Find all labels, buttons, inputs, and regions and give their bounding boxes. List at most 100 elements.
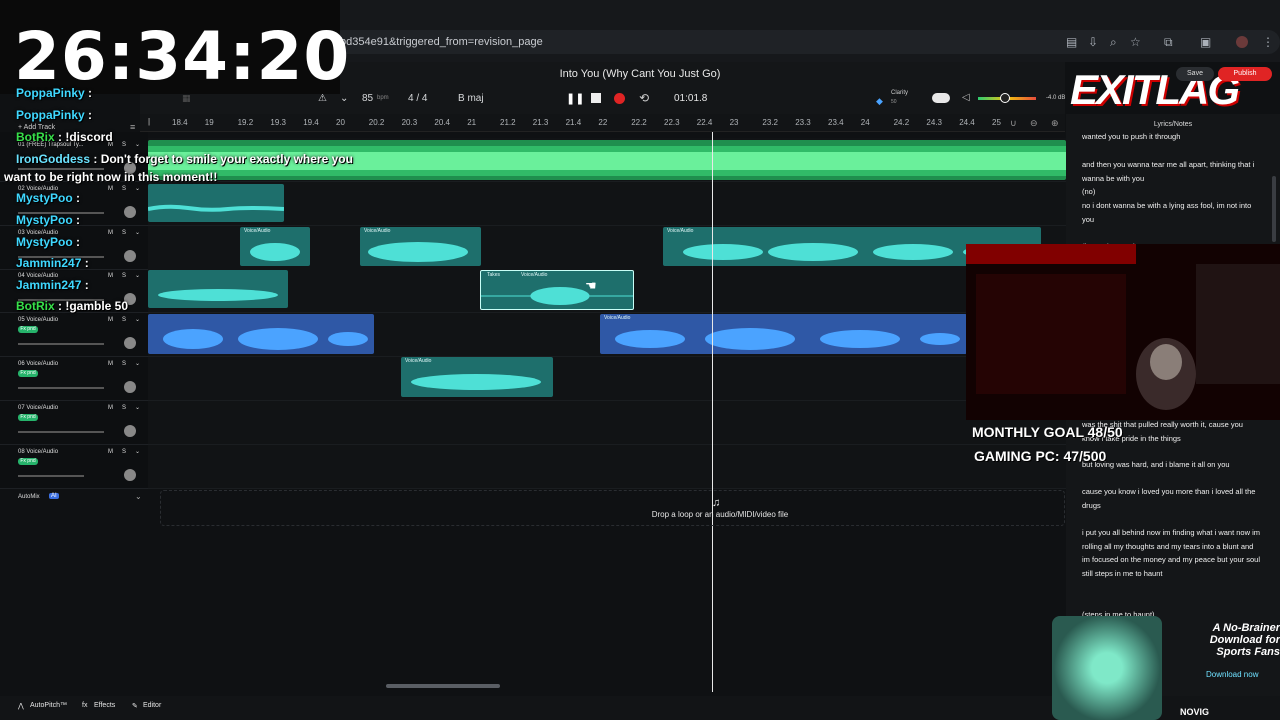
clip-track5-a[interactable]: [148, 314, 374, 354]
track-header[interactable]: 07 Voice/Audio M S ⌄ Fx pnd: [0, 401, 148, 445]
pan-knob[interactable]: [124, 249, 136, 262]
track-header[interactable]: 08 Voice/Audio M S ⌄ Fx pnd: [0, 445, 148, 489]
automix-label[interactable]: AutoMix: [18, 494, 40, 500]
track-lane[interactable]: [148, 444, 1066, 489]
track-volume-slider[interactable]: [18, 387, 104, 389]
clip-track5-b[interactable]: Voice/Audio: [600, 314, 967, 354]
mute-button[interactable]: M: [108, 449, 113, 455]
tempo-value[interactable]: 85: [362, 93, 373, 104]
solo-button[interactable]: S: [122, 317, 126, 323]
track-name[interactable]: 08 Voice/Audio: [18, 449, 58, 455]
mute-button[interactable]: M: [108, 230, 113, 236]
solo-button[interactable]: S: [122, 273, 126, 279]
clip-track2-a[interactable]: [148, 184, 284, 222]
key-selector[interactable]: B maj: [458, 93, 484, 104]
fx-pill[interactable]: Fx pnd: [18, 457, 38, 465]
fx-pill[interactable]: Fx pnd: [18, 326, 38, 334]
lyrics-line[interactable]: and then you wanna tear me all apart, th…: [1082, 158, 1262, 185]
install-icon[interactable]: ⇩: [1088, 35, 1098, 49]
track-name[interactable]: 07 Voice/Audio: [18, 405, 58, 411]
clip-track6-a[interactable]: Voice/Audio: [401, 357, 553, 397]
zoom-in-icon[interactable]: ⊕: [1051, 118, 1059, 129]
chevron-down-icon[interactable]: ⌄: [135, 404, 140, 411]
chevron-down-icon[interactable]: ⌄: [135, 141, 140, 148]
track-lane[interactable]: [148, 400, 1066, 445]
mute-button[interactable]: M: [108, 317, 113, 323]
chevron-down-icon[interactable]: ⌄: [135, 272, 140, 279]
solo-button[interactable]: S: [122, 142, 126, 148]
volume-icon[interactable]: ◁: [962, 92, 970, 103]
snap-magnet-icon[interactable]: ∪: [1010, 118, 1017, 129]
track-lane[interactable]: [148, 357, 1066, 401]
clip-track4-takes[interactable]: Takes Voice/Audio: [480, 270, 634, 310]
lyrics-line[interactable]: i put you all behind now im finding what…: [1082, 526, 1262, 580]
lyrics-line[interactable]: no i dont wanna be with a lying ass fool…: [1082, 199, 1262, 226]
profile-avatar[interactable]: [1236, 36, 1248, 48]
track-header[interactable]: 05 Voice/Audio M S ⌄ Fx pnd: [0, 313, 148, 358]
time-signature[interactable]: 4 / 4: [408, 93, 427, 104]
pan-knob[interactable]: [124, 205, 136, 218]
pan-knob[interactable]: [124, 424, 136, 437]
chevron-down-icon[interactable]: ⌄: [135, 448, 140, 455]
save-button[interactable]: Save: [1176, 67, 1214, 81]
clarity-toggle[interactable]: [932, 93, 950, 103]
master-volume-knob[interactable]: [1000, 93, 1010, 103]
fx-pill[interactable]: Fx pnd: [18, 370, 38, 377]
zoom-out-icon[interactable]: ⊖: [1030, 118, 1038, 129]
track-lane[interactable]: [148, 181, 1066, 226]
track-name[interactable]: 05 Voice/Audio: [18, 317, 58, 323]
track-volume-slider[interactable]: [18, 474, 84, 477]
sidepanel-icon[interactable]: ▣: [1200, 35, 1211, 49]
editor-button[interactable]: Editor: [143, 702, 161, 709]
song-title[interactable]: Into You (Why Cant You Just Go): [500, 68, 780, 80]
url-text[interactable]: bd354e91&triggered_from=revision_page: [340, 36, 543, 48]
pause-button[interactable]: ❚❚: [566, 92, 584, 105]
lyrics-line[interactable]: (no): [1082, 185, 1262, 199]
menu-kebab-icon[interactable]: ⋮: [1262, 35, 1274, 49]
chevron-down-icon[interactable]: ⌄: [135, 492, 142, 501]
solo-button[interactable]: S: [122, 405, 126, 411]
publish-button[interactable]: Publish: [1218, 67, 1272, 81]
stop-button[interactable]: [591, 93, 601, 103]
clip-track3-b[interactable]: Voice/Audio: [360, 227, 481, 266]
pan-knob[interactable]: [124, 468, 136, 481]
chevron-down-icon[interactable]: ⌄: [135, 229, 140, 236]
mute-button[interactable]: M: [108, 273, 113, 279]
track-header[interactable]: 06 Voice/Audio M S ⌄ Fx pnd: [0, 357, 148, 401]
record-button[interactable]: [614, 93, 625, 104]
ad-download-button[interactable]: Download now: [1206, 670, 1258, 679]
drop-zone[interactable]: [160, 490, 1065, 526]
track-volume-slider[interactable]: [18, 343, 104, 346]
effects-button[interactable]: Effects: [94, 702, 115, 709]
zoom-icon[interactable]: ⌕: [1110, 35, 1117, 50]
track-volume-slider[interactable]: [18, 430, 104, 433]
mute-button[interactable]: M: [108, 361, 113, 367]
extensions-icon[interactable]: ⧉: [1164, 35, 1173, 50]
lyrics-scrollbar[interactable]: [1272, 176, 1276, 242]
solo-button[interactable]: S: [122, 186, 126, 192]
clip-track4-a[interactable]: [148, 270, 288, 308]
track-name[interactable]: 06 Voice/Audio: [18, 361, 58, 367]
mute-button[interactable]: M: [108, 186, 113, 192]
loop-icon[interactable]: ⟲: [639, 91, 649, 105]
clip-track3-a[interactable]: Voice/Audio: [240, 227, 310, 266]
solo-button[interactable]: S: [122, 449, 126, 455]
lyrics-line[interactable]: cause you know i loved you more than i l…: [1082, 485, 1262, 512]
horizontal-scrollbar[interactable]: [386, 684, 500, 688]
lyrics-line[interactable]: wanted you to push it through: [1082, 130, 1262, 144]
chevron-down-icon[interactable]: ⌄: [135, 316, 140, 323]
chevron-down-icon[interactable]: ⌄: [135, 185, 140, 192]
reader-icon[interactable]: ▤: [1066, 35, 1077, 49]
solo-button[interactable]: S: [122, 230, 126, 236]
pan-knob[interactable]: [124, 381, 136, 393]
bookmark-star-icon[interactable]: ☆: [1130, 35, 1141, 49]
solo-button[interactable]: S: [122, 361, 126, 367]
chevron-down-icon[interactable]: ⌄: [135, 360, 140, 367]
pan-knob[interactable]: [124, 337, 136, 350]
lyrics-line[interactable]: but loving was hard, and i blame it all …: [1082, 458, 1262, 472]
mute-button[interactable]: M: [108, 405, 113, 411]
playhead[interactable]: [712, 132, 713, 692]
autopitch-button[interactable]: AutoPitch™: [30, 702, 67, 709]
fx-pill[interactable]: Fx pnd: [18, 413, 38, 421]
track-settings-icon[interactable]: ≡: [130, 122, 135, 132]
